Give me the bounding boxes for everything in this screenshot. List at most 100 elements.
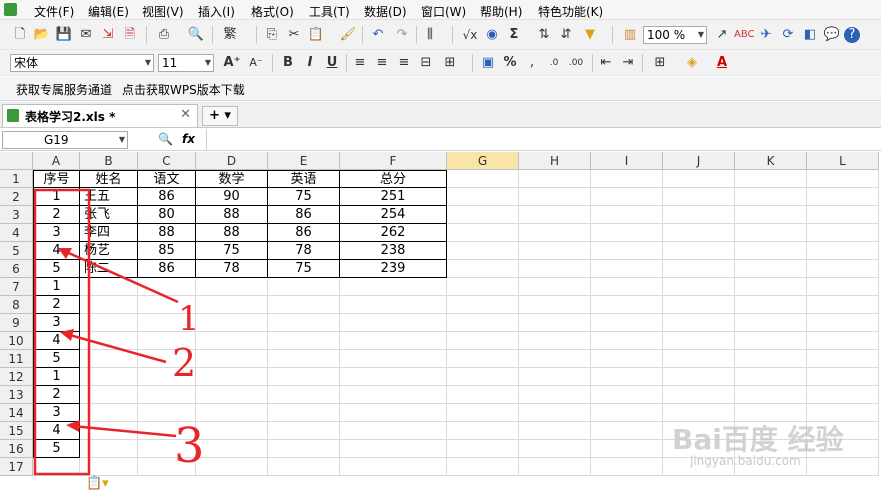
column-header-h[interactable]: H — [519, 152, 591, 170]
insert-column-icon[interactable]: ⫼ — [420, 25, 440, 45]
cell-f2[interactable]: 251 — [340, 188, 447, 206]
row-header-11[interactable]: 11 — [0, 350, 33, 368]
cell-c6[interactable]: 86 — [138, 260, 196, 278]
cell-h7[interactable] — [519, 278, 591, 296]
cell-f6[interactable]: 239 — [340, 260, 447, 278]
cell-f17[interactable] — [340, 458, 447, 476]
increase-indent-icon[interactable]: ⇥ — [618, 53, 638, 73]
cell-d11[interactable] — [196, 350, 268, 368]
cell-b7[interactable] — [80, 278, 138, 296]
menu-file[interactable]: 文件(F) — [34, 3, 74, 20]
cell-c12[interactable] — [138, 368, 196, 386]
cell-d17[interactable] — [196, 458, 268, 476]
cell-d13[interactable] — [196, 386, 268, 404]
cell-g10[interactable] — [447, 332, 519, 350]
cell-c13[interactable] — [138, 386, 196, 404]
pdf-icon[interactable]: 🗎 — [120, 25, 140, 45]
cell-i9[interactable] — [591, 314, 663, 332]
cell-e3[interactable]: 86 — [268, 206, 340, 224]
decrease-decimal-icon[interactable]: .00 — [566, 53, 586, 73]
column-header-b[interactable]: B — [80, 152, 138, 170]
cell-j6[interactable] — [663, 260, 735, 278]
new-tab-button[interactable]: + ▾ — [202, 106, 238, 126]
menu-edit[interactable]: 编辑(E) — [88, 3, 129, 20]
column-header-a[interactable]: A — [33, 152, 80, 170]
redo-icon[interactable]: ↷ — [392, 25, 412, 45]
cell-h13[interactable] — [519, 386, 591, 404]
zoom-formula-icon[interactable]: 🔍 — [158, 132, 173, 146]
cell-i1[interactable] — [591, 170, 663, 188]
chart-icon[interactable]: ▥ — [620, 25, 640, 45]
format-painter-icon[interactable]: 🖌 — [338, 25, 358, 45]
column-header-g[interactable]: G — [447, 152, 519, 170]
cell-a5[interactable]: 4 — [33, 242, 80, 260]
cell-d3[interactable]: 88 — [196, 206, 268, 224]
cell-f14[interactable] — [340, 404, 447, 422]
cell-c7[interactable] — [138, 278, 196, 296]
cell-a14[interactable]: 3 — [33, 404, 80, 422]
row-header-8[interactable]: 8 — [0, 296, 33, 314]
thousands-icon[interactable]: , — [522, 53, 542, 73]
row-header-16[interactable]: 16 — [0, 440, 33, 458]
cell-j8[interactable] — [663, 296, 735, 314]
column-header-d[interactable]: D — [196, 152, 268, 170]
cell-k2[interactable] — [735, 188, 807, 206]
cell-b4[interactable]: 李四 — [80, 224, 138, 242]
print-icon[interactable]: ⎙ — [154, 25, 174, 45]
cell-i10[interactable] — [591, 332, 663, 350]
cell-b17[interactable] — [80, 458, 138, 476]
cell-h5[interactable] — [519, 242, 591, 260]
cell-e8[interactable] — [268, 296, 340, 314]
bold-button[interactable]: B — [278, 53, 298, 73]
cell-l9[interactable] — [807, 314, 879, 332]
cell-e12[interactable] — [268, 368, 340, 386]
cell-i16[interactable] — [591, 440, 663, 458]
cell-g11[interactable] — [447, 350, 519, 368]
menu-window[interactable]: 窗口(W) — [421, 3, 466, 20]
menu-insert[interactable]: 插入(I) — [198, 3, 235, 20]
cell-k3[interactable] — [735, 206, 807, 224]
cell-f15[interactable] — [340, 422, 447, 440]
cell-i4[interactable] — [591, 224, 663, 242]
cell-e2[interactable]: 75 — [268, 188, 340, 206]
cell-i5[interactable] — [591, 242, 663, 260]
cell-c1[interactable]: 语文 — [138, 170, 196, 188]
cell-b10[interactable] — [80, 332, 138, 350]
cell-b13[interactable] — [80, 386, 138, 404]
cell-g2[interactable] — [447, 188, 519, 206]
cell-e5[interactable]: 78 — [268, 242, 340, 260]
cell-k9[interactable] — [735, 314, 807, 332]
share-icon[interactable]: ✈ — [756, 25, 776, 45]
cell-e6[interactable]: 75 — [268, 260, 340, 278]
rotate-icon[interactable]: ⟳ — [778, 25, 798, 45]
cell-f9[interactable] — [340, 314, 447, 332]
cell-e13[interactable] — [268, 386, 340, 404]
new-file-icon[interactable]: 🗋 — [10, 25, 30, 45]
menu-data[interactable]: 数据(D) — [364, 3, 407, 20]
cell-g4[interactable] — [447, 224, 519, 242]
cell-j9[interactable] — [663, 314, 735, 332]
align-left-icon[interactable]: ≡ — [350, 53, 370, 73]
cell-a7[interactable]: 1 — [33, 278, 80, 296]
decrease-indent-icon[interactable]: ⇤ — [596, 53, 616, 73]
cell-j11[interactable] — [663, 350, 735, 368]
cell-j1[interactable] — [663, 170, 735, 188]
row-header-7[interactable]: 7 — [0, 278, 33, 296]
cell-k1[interactable] — [735, 170, 807, 188]
insert-function-button[interactable]: fx — [182, 132, 195, 146]
zoom-select[interactable]: 100 % ▼ — [643, 26, 707, 44]
cell-f1[interactable]: 总分 — [340, 170, 447, 188]
cell-j5[interactable] — [663, 242, 735, 260]
cell-h14[interactable] — [519, 404, 591, 422]
row-header-10[interactable]: 10 — [0, 332, 33, 350]
cell-d7[interactable] — [196, 278, 268, 296]
cell-a11[interactable]: 5 — [33, 350, 80, 368]
undo-icon[interactable]: ↶ — [368, 25, 388, 45]
cell-e16[interactable] — [268, 440, 340, 458]
cell-i6[interactable] — [591, 260, 663, 278]
cut-icon[interactable]: ✂ — [284, 25, 304, 45]
cell-h4[interactable] — [519, 224, 591, 242]
row-header-13[interactable]: 13 — [0, 386, 33, 404]
menu-format[interactable]: 格式(O) — [251, 3, 294, 20]
cell-f8[interactable] — [340, 296, 447, 314]
